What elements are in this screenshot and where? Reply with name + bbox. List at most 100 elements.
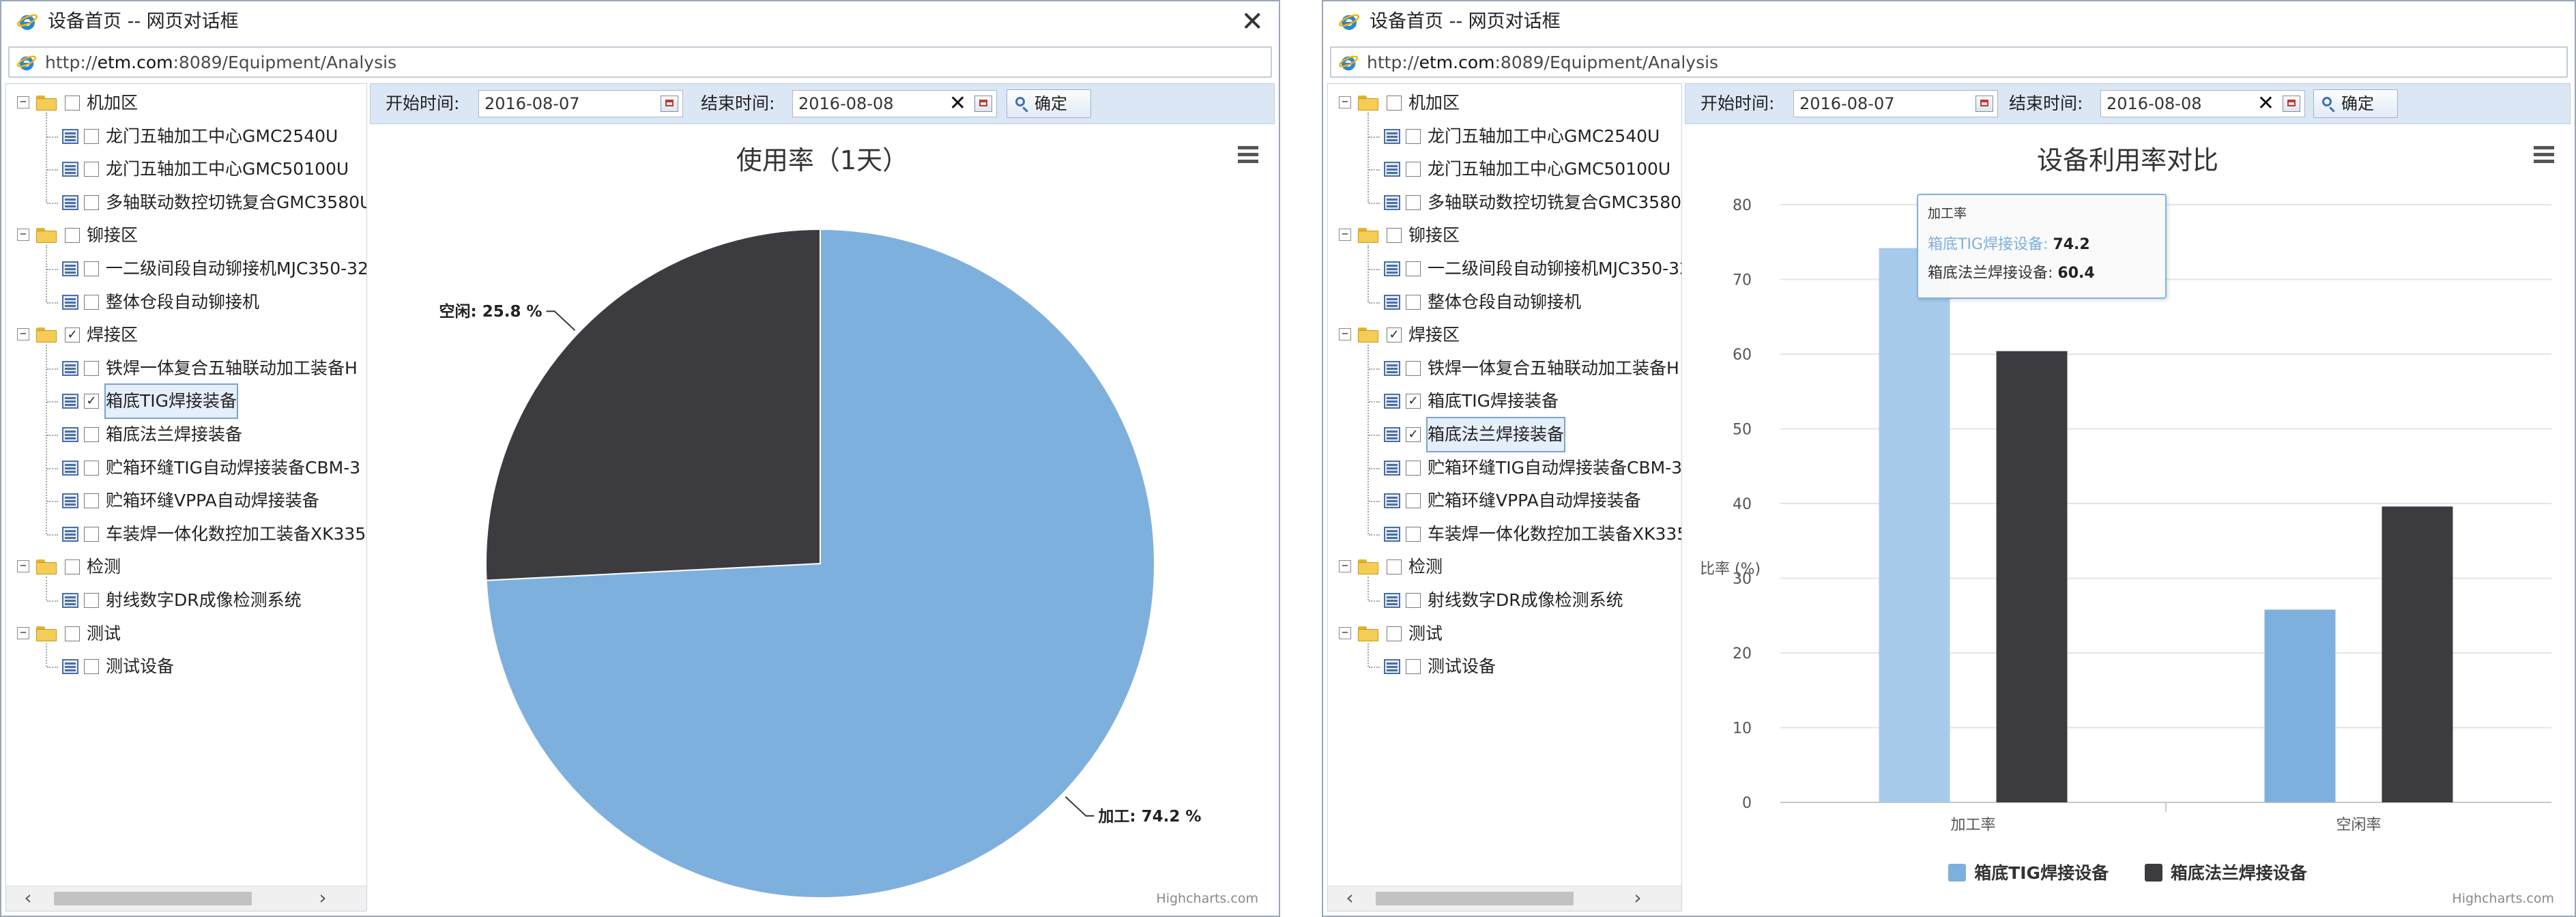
tree-item[interactable]: 整体仓段自动铆接机 — [1328, 286, 1681, 319]
highcharts-credits-link[interactable]: Highcharts.com — [2452, 891, 2554, 906]
collapse-toggle-icon[interactable]: − — [17, 229, 29, 242]
bar[interactable] — [1879, 248, 1950, 802]
item-checkbox[interactable] — [84, 593, 99, 608]
collapse-toggle-icon[interactable]: − — [1339, 96, 1351, 108]
item-checkbox[interactable] — [1406, 294, 1421, 310]
tree-item[interactable]: 整体仓段自动铆接机 — [6, 286, 366, 319]
tree-item[interactable]: 贮箱环缝TIG自动焊接装备CBM-3 — [6, 452, 366, 484]
group-checkbox[interactable] — [65, 228, 80, 244]
tree-group[interactable]: − ✓ 焊接区 — [1328, 319, 1681, 351]
item-checkbox[interactable] — [84, 128, 99, 144]
item-checkbox[interactable] — [84, 493, 99, 509]
end-date-field[interactable]: ✕ — [792, 90, 997, 117]
tree-group[interactable]: − ✓ 焊接区 — [6, 319, 366, 351]
tree-item[interactable]: 箱底法兰焊接装备 — [6, 418, 366, 451]
legend-item[interactable]: 箱底法兰焊接设备 — [2144, 860, 2307, 884]
start-date-input[interactable] — [1799, 93, 1950, 115]
item-checkbox[interactable] — [1406, 261, 1421, 276]
tree-item[interactable]: 一二级间段自动铆接机MJC350-32 — [6, 252, 366, 285]
tree-group[interactable]: − 机加区 — [1328, 87, 1681, 119]
tree-group[interactable]: − 机加区 — [6, 87, 366, 119]
tree-item[interactable]: ✓ 箱底法兰焊接装备 — [1328, 417, 1681, 452]
tree-horizontal-scrollbar[interactable]: ‹ › — [6, 886, 366, 911]
calendar-icon[interactable] — [661, 96, 678, 112]
item-checkbox[interactable] — [1406, 659, 1421, 675]
calendar-icon[interactable] — [974, 96, 992, 112]
confirm-button[interactable]: 确定 — [1007, 89, 1091, 118]
tree-item[interactable]: 车装焊一体化数控加工装备XK335 — [6, 518, 366, 551]
tree-item[interactable]: ✓ 箱底TIG焊接装备 — [1328, 385, 1681, 418]
item-checkbox[interactable] — [84, 162, 99, 177]
group-checkbox[interactable] — [65, 626, 80, 641]
bar[interactable] — [2264, 609, 2336, 802]
tree-item[interactable]: 贮箱环缝VPPA自动焊接装备 — [6, 484, 366, 517]
tree-item[interactable]: 铁焊一体复合五轴联动加工装备H — [1328, 352, 1681, 385]
item-checkbox[interactable] — [1406, 360, 1421, 376]
start-date-field[interactable] — [1793, 90, 1998, 117]
start-date-input[interactable] — [484, 93, 635, 115]
item-checkbox[interactable] — [1406, 493, 1421, 509]
item-checkbox[interactable] — [1406, 526, 1421, 542]
tree-item[interactable]: 多轴联动数控切铣复合GMC3580U — [1328, 186, 1681, 219]
tree-group[interactable]: − 测试 — [6, 617, 366, 650]
address-bar[interactable]: http://etm.com:8089/Equipment/Analysis — [1330, 46, 2568, 78]
item-checkbox[interactable]: ✓ — [84, 394, 99, 409]
tree-item[interactable]: 龙门五轴加工中心GMC2540U — [6, 120, 366, 153]
collapse-toggle-icon[interactable]: − — [1339, 626, 1351, 639]
group-checkbox[interactable] — [1387, 559, 1402, 575]
group-checkbox[interactable] — [1387, 96, 1402, 111]
close-icon[interactable]: ✕ — [1241, 5, 1264, 38]
collapse-toggle-icon[interactable]: − — [1339, 560, 1351, 573]
tree-item[interactable]: 测试设备 — [6, 650, 366, 683]
item-checkbox[interactable] — [84, 460, 99, 476]
scroll-left-arrow-icon[interactable]: ‹ — [16, 886, 40, 911]
item-checkbox[interactable] — [1406, 162, 1421, 177]
tree-item[interactable]: 龙门五轴加工中心GMC2540U — [1328, 120, 1681, 153]
tree-item[interactable]: 射线数字DR成像检测系统 — [1328, 584, 1681, 617]
item-checkbox[interactable] — [84, 194, 99, 210]
item-checkbox[interactable] — [84, 659, 99, 675]
end-date-input[interactable] — [798, 93, 949, 115]
end-date-field[interactable]: ✕ — [2100, 90, 2305, 117]
group-checkbox[interactable] — [65, 96, 80, 111]
collapse-toggle-icon[interactable]: − — [1339, 328, 1351, 341]
tree-item[interactable]: 龙门五轴加工中心GMC50100U — [6, 153, 366, 186]
item-checkbox[interactable] — [84, 261, 99, 276]
item-checkbox[interactable] — [1406, 460, 1421, 476]
end-date-input[interactable] — [2107, 93, 2257, 115]
tree-item[interactable]: 多轴联动数控切铣复合GMC3580U — [6, 186, 366, 219]
group-checkbox[interactable] — [65, 559, 80, 575]
group-checkbox[interactable] — [1387, 626, 1402, 641]
tree-item[interactable]: ✓ 箱底TIG焊接装备 — [6, 383, 366, 420]
address-bar[interactable]: http://etm.com:8089/Equipment/Analysis — [8, 46, 1272, 78]
collapse-toggle-icon[interactable]: − — [17, 96, 29, 108]
confirm-button[interactable]: 确定 — [2313, 89, 2398, 118]
tree-item[interactable]: 贮箱环缝TIG自动焊接装备CBM-3 — [1328, 452, 1681, 484]
tree-item[interactable]: 贮箱环缝VPPA自动焊接装备 — [1328, 484, 1681, 517]
scroll-thumb[interactable] — [1376, 892, 1574, 905]
tree-item[interactable]: 射线数字DR成像检测系统 — [6, 584, 366, 617]
item-checkbox[interactable] — [84, 360, 99, 376]
start-date-field[interactable] — [478, 90, 683, 117]
item-checkbox[interactable]: ✓ — [1406, 394, 1421, 409]
bar[interactable] — [2382, 506, 2453, 802]
tree-group[interactable]: − 铆接区 — [1328, 219, 1681, 252]
collapse-toggle-icon[interactable]: − — [1339, 229, 1351, 242]
clear-date-icon[interactable]: ✕ — [2257, 91, 2274, 117]
calendar-icon[interactable] — [1976, 96, 1993, 112]
collapse-toggle-icon[interactable]: − — [17, 626, 29, 639]
highcharts-credits-link[interactable]: Highcharts.com — [1156, 891, 1258, 906]
tree-group[interactable]: − 铆接区 — [6, 219, 366, 252]
item-checkbox[interactable] — [84, 427, 99, 442]
tree-item[interactable]: 车装焊一体化数控加工装备XK335 — [1328, 518, 1681, 551]
bar[interactable] — [1996, 351, 2068, 802]
legend-item[interactable]: 箱底TIG焊接设备 — [1948, 860, 2109, 884]
group-checkbox[interactable]: ✓ — [65, 328, 80, 343]
collapse-toggle-icon[interactable]: − — [17, 328, 29, 341]
group-checkbox[interactable] — [1387, 228, 1402, 244]
tree-group[interactable]: − 检测 — [6, 551, 366, 583]
tree-item[interactable]: 一二级间段自动铆接机MJC350-32 — [1328, 252, 1681, 285]
tree-item[interactable]: 测试设备 — [1328, 650, 1681, 683]
tree-horizontal-scrollbar[interactable]: ‹ › — [1328, 886, 1681, 911]
scroll-right-arrow-icon[interactable]: › — [310, 886, 335, 911]
